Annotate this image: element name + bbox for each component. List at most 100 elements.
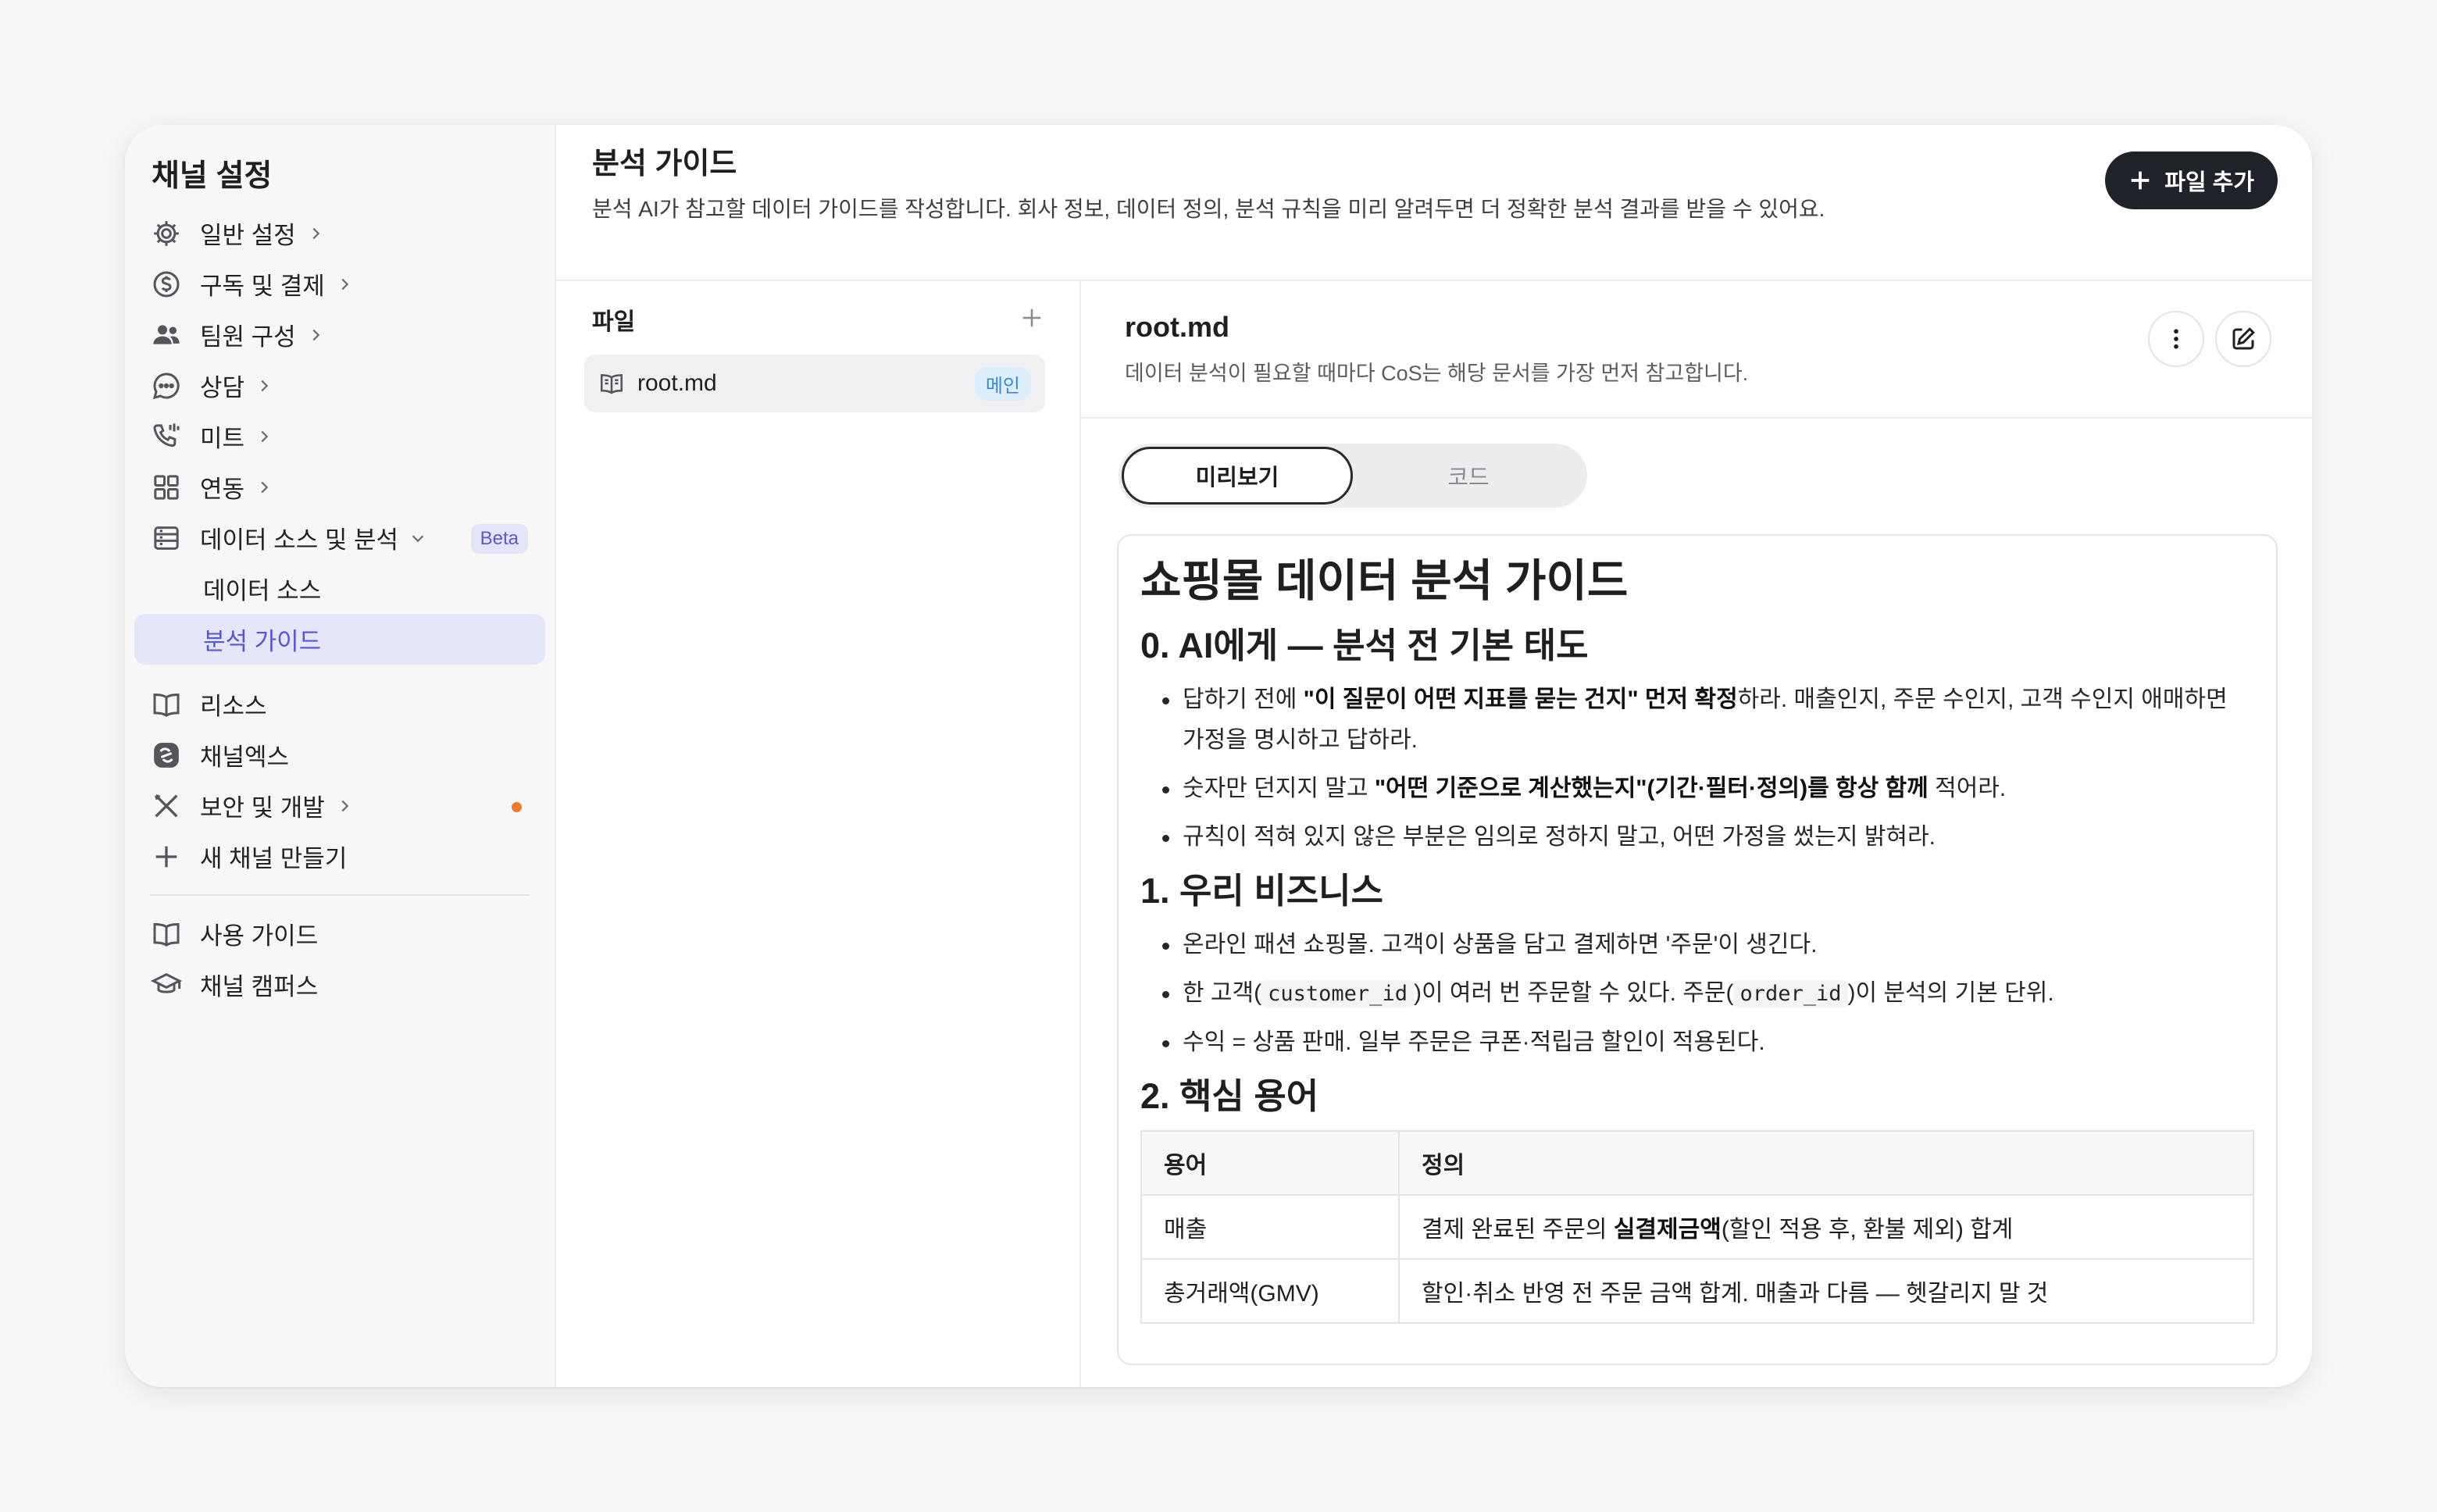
chevron-right-icon: [307, 326, 324, 344]
table-header-row: 용어 정의: [1140, 1130, 2254, 1196]
people-icon: [150, 319, 183, 351]
sidebar-item-chat[interactable]: 상담: [133, 360, 547, 411]
edit-button[interactable]: [2215, 311, 2271, 367]
main-badge: 메인: [974, 366, 1031, 401]
chevron-right-icon: [255, 428, 273, 445]
sidebar-item-label: 미트: [200, 425, 245, 452]
sidebar-item-label: 리소스: [200, 693, 267, 720]
tab-preview[interactable]: 미리보기: [1122, 447, 1353, 505]
chevron-right-icon: [255, 479, 273, 496]
sidebar-subitem-data-source[interactable]: 데이터 소스: [134, 563, 545, 614]
document-panel: root.md 데이터 분석이 필요할 때마다 CoS는 해당 문서를 가장 먼…: [1081, 281, 2312, 1387]
sidebar-item-label: 상담: [200, 374, 245, 401]
chat-bubble-icon: [150, 369, 183, 402]
chevron-right-icon: [307, 225, 324, 242]
sidebar-item-label: 구독 및 결제: [200, 273, 325, 300]
sidebar-item-label: 연동: [200, 476, 245, 503]
sidebar-item-label: 사용 가이드: [200, 922, 319, 950]
sidebar-item-channelx[interactable]: 채널엑스: [133, 729, 547, 780]
chevron-right-icon: [336, 797, 353, 815]
tools-icon: [150, 790, 183, 822]
plus-icon: [150, 840, 183, 873]
sidebar-item-label: 채널엑스: [200, 744, 290, 771]
database-icon: [150, 522, 183, 555]
table-header: 용어: [1140, 1130, 1400, 1196]
sidebar: 채널 설정 일반 설정 구독 및 결제 팀원 구성 상담 미트 연동 데이터 소…: [125, 125, 556, 1387]
markdown-preview: 쇼핑몰 데이터 분석 가이드 0. AI에게 — 분석 전 기본 태도 답하기 …: [1117, 534, 2278, 1365]
sidebar-divider: [150, 894, 530, 896]
file-name: root.md: [637, 370, 717, 396]
section-heading: 0. AI에게 — 분석 전 기본 태도: [1140, 626, 1589, 665]
chevron-down-icon: [409, 530, 426, 547]
more-vertical-icon: [2174, 329, 2178, 349]
table-cell: 할인·취소 반영 전 주문 금액 합계. 매출과 다름 — 헷갈리지 말 것: [1398, 1258, 2254, 1324]
table-row: 총거래액(GMV) 할인·취소 반영 전 주문 금액 합계. 매출과 다름 — …: [1140, 1258, 2254, 1324]
sidebar-item-data-sources[interactable]: 데이터 소스 및 분석 Beta: [133, 512, 547, 563]
sidebar-item-label: 데이터 소스 및 분석: [200, 526, 398, 554]
sidebar-item-campus[interactable]: 채널 캠퍼스: [133, 959, 547, 1010]
gear-icon: [150, 217, 183, 250]
sidebar-item-resources[interactable]: 리소스: [133, 679, 547, 729]
table-cell: 결제 완료된 주문의 실결제금액(할인 적용 후, 환불 제외) 합계: [1398, 1194, 2254, 1260]
inline-code: order_id: [1733, 980, 1848, 1007]
sidebar-title: 채널 설정: [152, 159, 273, 193]
sidebar-subitem-analysis-guide[interactable]: 분석 가이드: [134, 614, 545, 665]
list-item: 규칙이 적혀 있지 않은 부분은 임의로 정하지 말고, 어떤 가정을 썼는지 …: [1159, 817, 2254, 858]
bullet-list: 온라인 패션 쇼핑몰. 고객이 상품을 담고 결제하면 '주문'이 생긴다. 한…: [1140, 925, 2254, 1063]
table-row: 매출 결제 완료된 주문의 실결제금액(할인 적용 후, 환불 제외) 합계: [1140, 1194, 2254, 1260]
sidebar-item-label: 팀원 구성: [200, 323, 296, 351]
edit-icon: [2232, 327, 2255, 350]
sidebar-item-general[interactable]: 일반 설정: [133, 208, 547, 259]
book-icon: [150, 688, 183, 721]
view-toggle: 미리보기 코드: [1119, 444, 1587, 508]
plus-icon: [2131, 171, 2150, 190]
bullet-list: 답하기 전에 "이 질문이 어떤 지표를 묻는 건지" 먼저 확정하라. 매출인…: [1140, 679, 2254, 858]
document-name: root.md: [1125, 311, 1229, 343]
files-panel: 파일 root.md 메인: [556, 281, 1081, 1387]
settings-window: 채널 설정 일반 설정 구독 및 결제 팀원 구성 상담 미트 연동 데이터 소…: [125, 125, 2312, 1387]
add-file-button[interactable]: 파일 추가: [2105, 152, 2278, 209]
sidebar-item-user-guide[interactable]: 사용 가이드: [133, 908, 547, 959]
sidebar-item-meet[interactable]: 미트: [133, 411, 547, 462]
page-header: 분석 가이드 분석 AI가 참고할 데이터 가이드를 작성합니다. 회사 정보,…: [556, 125, 2312, 281]
list-item: 답하기 전에 "이 질문이 어떤 지표를 묻는 건지" 먼저 확정하라. 매출인…: [1159, 679, 2254, 761]
chevron-right-icon: [255, 377, 273, 394]
main-content: 분석 가이드 분석 AI가 참고할 데이터 가이드를 작성합니다. 회사 정보,…: [556, 125, 2312, 1387]
file-item[interactable]: root.md 메인: [584, 355, 1045, 412]
more-options-button[interactable]: [2148, 311, 2204, 367]
section-heading: 2. 핵심 용어: [1140, 1076, 1319, 1116]
sidebar-item-label: 새 채널 만들기: [200, 845, 348, 872]
sidebar-item-billing[interactable]: 구독 및 결제: [133, 259, 547, 309]
sidebar-item-new-channel[interactable]: 새 채널 만들기: [133, 831, 547, 882]
content-body: 파일 root.md 메인 root.md 데이터 분석이 필요할 때마다 Co…: [556, 281, 2312, 1387]
table-cell: 매출: [1140, 1194, 1400, 1260]
section-heading: 1. 우리 비즈니스: [1140, 871, 1383, 911]
list-item: 온라인 패션 쇼핑몰. 고객이 상품을 담고 결제하면 '주문'이 생긴다.: [1159, 925, 2254, 965]
tab-code[interactable]: 코드: [1353, 447, 1584, 505]
add-file-icon[interactable]: [1019, 305, 1045, 335]
list-item: 숫자만 던지지 말고 "어떤 기준으로 계산했는지"(기간·필터·정의)를 항상…: [1159, 768, 2254, 809]
sidebar-item-security[interactable]: 보안 및 개발: [133, 780, 547, 831]
dollar-circle-icon: [150, 268, 183, 301]
sidebar-item-team[interactable]: 팀원 구성: [133, 309, 547, 360]
terms-table: 용어 정의 매출 결제 완료된 주문의 실결제금액(할인 적용 후, 환불 제외…: [1140, 1130, 2254, 1324]
sidebar-item-label: 일반 설정: [200, 222, 296, 249]
table-header: 정의: [1398, 1130, 2254, 1196]
document-description: 데이터 분석이 필요할 때마다 CoS는 해당 문서를 가장 먼저 참고합니다.: [1125, 362, 1749, 385]
doc-heading-1: 쇼핑몰 데이터 분석 가이드: [1140, 556, 1629, 606]
sidebar-item-integrations[interactable]: 연동: [133, 462, 547, 512]
document-header: root.md 데이터 분석이 필요할 때마다 CoS는 해당 문서를 가장 먼…: [1081, 281, 2312, 419]
list-item: 한 고객(customer_id)이 여러 번 주문할 수 있다. 주문(ord…: [1159, 973, 2254, 1015]
files-header: 파일: [584, 298, 1045, 341]
graduation-cap-icon: [150, 968, 183, 1001]
grid-icon: [150, 471, 183, 504]
book-open-icon: [600, 374, 623, 394]
inline-code: customer_id: [1261, 980, 1414, 1007]
files-title: 파일: [592, 309, 636, 335]
book-icon: [150, 918, 183, 950]
beta-badge: Beta: [470, 524, 528, 554]
page-description: 분석 AI가 참고할 데이터 가이드를 작성합니다. 회사 정보, 데이터 정의…: [592, 197, 1825, 221]
table-cell: 총거래액(GMV): [1140, 1258, 1400, 1324]
sidebar-item-label: 보안 및 개발: [200, 794, 325, 822]
page-title: 분석 가이드: [592, 148, 737, 180]
